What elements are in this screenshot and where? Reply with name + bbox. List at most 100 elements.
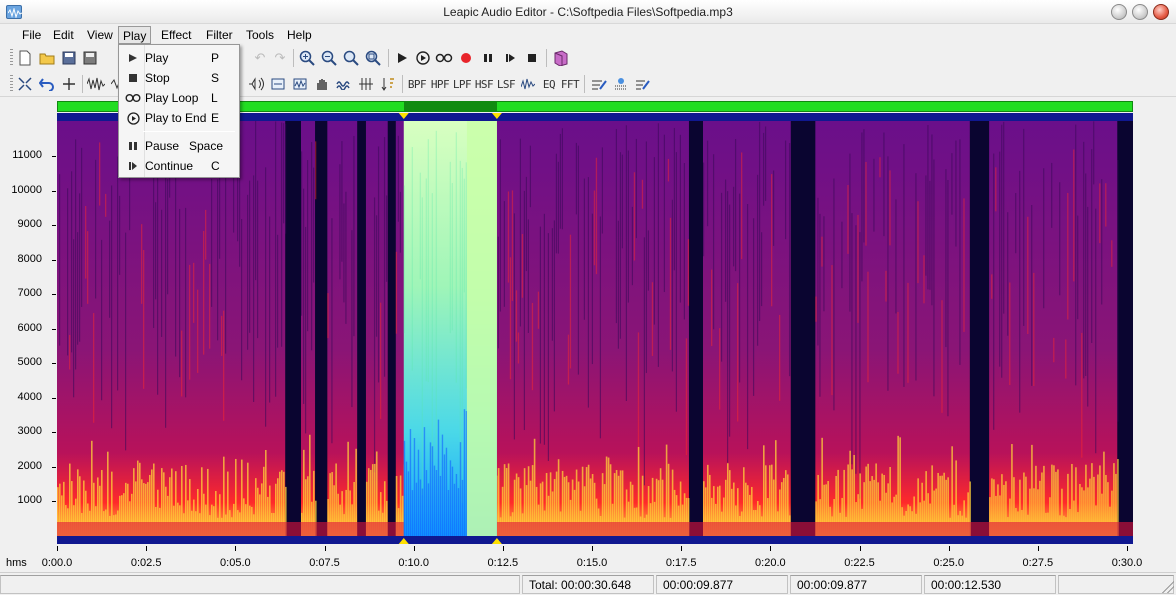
menu-edit[interactable]: Edit [49,26,78,44]
spectrogram-streak [933,159,935,397]
resize-grip[interactable] [1162,581,1174,593]
loop-icon[interactable] [434,48,454,68]
cursor-cross-icon[interactable] [59,74,79,94]
play-to-end-icon[interactable] [413,48,433,68]
zoom-selection-icon[interactable] [341,48,361,68]
echo-icon[interactable] [334,74,354,94]
toolbar-grip[interactable] [10,49,13,67]
spectrogram-floor-band [57,522,1133,536]
new-file-icon[interactable] [15,48,35,68]
toolbar-grip[interactable] [10,75,13,93]
spectrogram-streak [631,206,633,286]
spectrogram-streak [879,157,881,178]
spectrogram-streak [313,167,315,283]
continue-icon[interactable] [500,48,520,68]
selection-low-band [449,460,452,536]
fft-button[interactable]: FFT [559,74,581,94]
lpf-button[interactable]: LPF [451,74,473,94]
play-menu-item-play-loop[interactable]: Play Loop L [121,88,237,108]
spectrogram-streak [203,230,205,355]
pause-icon[interactable] [478,48,498,68]
lsf-button[interactable]: LSF [495,74,517,94]
open-folder-icon[interactable] [37,48,57,68]
batch-icon[interactable] [611,74,631,94]
zoom-in-icon[interactable] [297,48,317,68]
redo-icon[interactable]: ↷ [270,48,290,68]
spectrogram-streak [756,174,759,346]
status-empty [0,575,520,594]
record-icon[interactable] [456,48,476,68]
spectrogram-streak [867,271,869,383]
spectrogram-streak [1075,124,1077,386]
bpf-button[interactable]: BPF [406,74,428,94]
play-menu-item-pause[interactable]: Pause Space [121,136,237,156]
spectrogram-streak [685,338,688,456]
maximize-button[interactable] [1132,4,1148,20]
hpf-button[interactable]: HPF [429,74,451,94]
menu-help[interactable]: Help [283,26,316,44]
spectrogram-streak [529,145,531,208]
close-button[interactable] [1153,4,1169,20]
status-total: Total: 00:00:30.648 [522,575,654,594]
normalize-icon[interactable] [246,74,266,94]
spectrogram-streak [105,193,107,217]
edit-tag-icon[interactable] [589,74,609,94]
fade-icon[interactable] [290,74,310,94]
hsf-button[interactable]: HSF [473,74,495,94]
toolbar-separator [402,75,403,93]
eq-button[interactable]: EQ [538,74,560,94]
spectrogram-streak [395,251,398,334]
spectrogram-streak [1027,216,1029,335]
undo-icon[interactable]: ↶ [250,48,270,68]
help-book-icon[interactable] [551,48,571,68]
time-tick-label: 0:15.0 [576,557,608,569]
stop-icon[interactable] [522,48,542,68]
selection-tail [466,121,497,536]
spectrogram-streak [815,296,817,322]
play-to-end-icon [125,111,141,125]
spectrogram-streak [499,139,501,312]
minimize-button[interactable] [1111,4,1127,20]
save-icon[interactable] [59,48,79,68]
time-tick [592,546,593,551]
play-menu-dropdown: Play P Stop S Play Loop L Play to End E … [118,44,240,178]
time-tick-label: 0:00.0 [41,557,73,569]
spectrogram-streak [740,152,743,260]
menu-tools[interactable]: Tools [242,26,278,44]
play-menu-item-stop[interactable]: Stop S [121,68,237,88]
play-menu-item-play[interactable]: Play P [121,48,237,68]
overview-selection[interactable] [404,102,497,111]
spectrogram-streak [269,216,271,403]
spectrogram-streak [377,146,380,383]
stretch-icon[interactable] [356,74,376,94]
spectrogram-low-band [347,441,349,536]
menu-view[interactable]: View [83,26,117,44]
fit-icon[interactable] [15,74,35,94]
menu-file[interactable]: File [18,26,45,44]
insert-silence-icon[interactable] [268,74,288,94]
frequency-tick [52,294,56,295]
undo-arrow-icon[interactable] [37,74,57,94]
noise-icon[interactable] [518,74,538,94]
spectrogram-streak [109,220,111,318]
menu-play[interactable]: Play [118,26,152,44]
spectrogram-streak [185,207,187,398]
selection-low-band [423,427,426,536]
play-menu-item-play-to-end[interactable]: Play to End E [121,108,237,128]
window-title: Leapic Audio Editor - C:\Softpedia Files… [443,5,733,19]
play-icon[interactable] [392,48,412,68]
spectrogram-streak [281,122,283,347]
zoom-all-icon[interactable] [363,48,383,68]
sort-icon[interactable] [378,74,398,94]
spectrogram-streak [702,162,705,257]
hand-tool-icon[interactable] [312,74,332,94]
properties-icon[interactable] [633,74,653,94]
stop-icon [125,71,141,85]
save-as-icon[interactable] [80,48,100,68]
menu-item-label: Play to End [145,111,207,125]
waveform-icon[interactable] [86,74,106,94]
menu-effect[interactable]: Effect [157,26,195,44]
menu-filter[interactable]: Filter [202,26,237,44]
play-menu-item-continue[interactable]: Continue C [121,156,237,176]
zoom-out-icon[interactable] [319,48,339,68]
